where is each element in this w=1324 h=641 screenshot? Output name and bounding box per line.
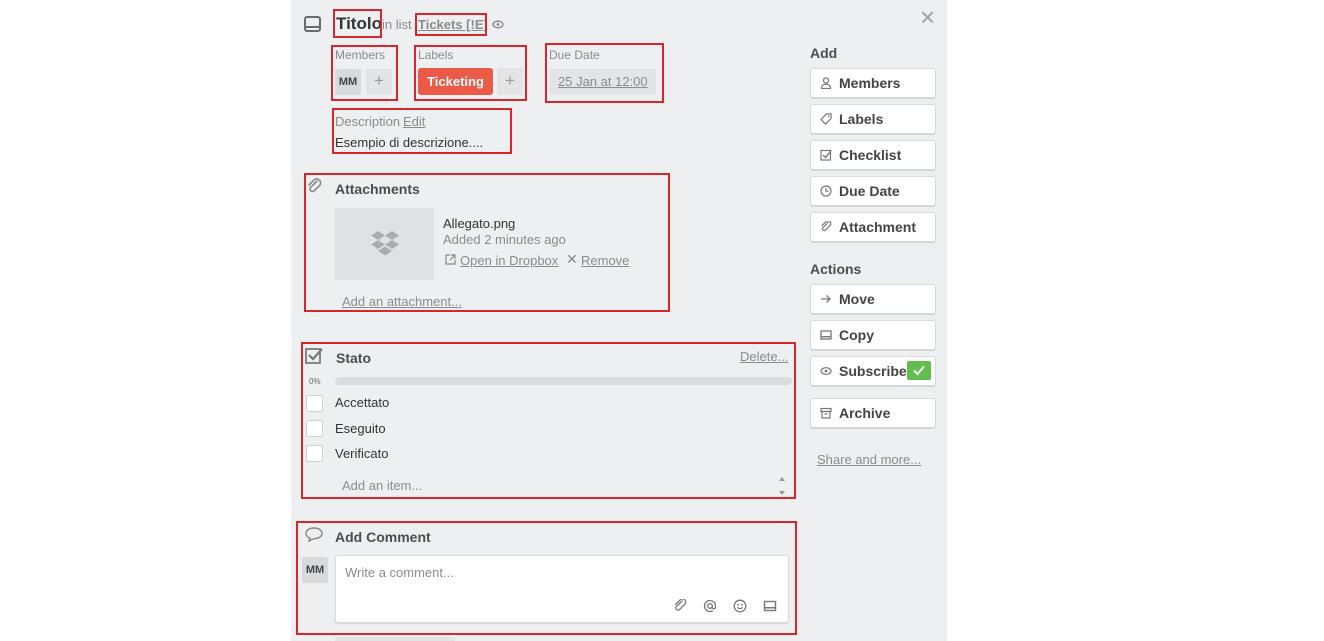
card-icon <box>304 16 321 32</box>
delete-checklist-link[interactable]: Delete... <box>740 349 788 364</box>
attachment-thumbnail[interactable] <box>335 208 434 280</box>
copy-button[interactable]: Copy <box>810 320 936 350</box>
attachment-filename[interactable]: Allegato.png <box>443 216 515 231</box>
checklist-item-label[interactable]: Verificato <box>335 446 388 461</box>
emoji-smiley-icon[interactable] <box>733 599 747 613</box>
card-detail-window: Titolo in list Tickets [!E] × Members MM… <box>291 0 947 641</box>
add-members-button[interactable]: Members <box>810 68 936 98</box>
in-list-text: in list <box>382 17 412 32</box>
remove-attachment-link[interactable]: Remove <box>581 253 629 268</box>
comment-box[interactable]: Write a comment... <box>335 555 789 623</box>
checklist-item-label[interactable]: Accettato <box>335 395 389 410</box>
comment-bubble-icon <box>305 527 323 542</box>
checklist-progress-bar <box>335 377 792 385</box>
attachment-added-time: Added 2 minutes ago <box>443 232 566 247</box>
checklist-progress-label: 0% <box>309 377 321 386</box>
labels-heading: Labels <box>418 48 454 62</box>
description-edit-link[interactable]: Edit <box>403 114 425 129</box>
scroll-arrows-icon[interactable] <box>778 476 786 496</box>
button-label: Attachment <box>839 219 917 235</box>
paperclip-icon <box>308 178 322 193</box>
archive-button[interactable]: Archive <box>810 398 936 428</box>
archive-box-icon <box>820 407 832 419</box>
actions-heading: Actions <box>810 261 862 277</box>
add-attachment-button[interactable]: Attachment <box>810 212 936 242</box>
add-checklist-item-input[interactable]: Add an item... <box>342 478 422 493</box>
check-icon <box>913 365 925 376</box>
description-heading: Description <box>335 114 401 129</box>
card-copy-icon <box>820 330 832 340</box>
label-text: Ticketing <box>427 74 484 89</box>
mention-at-icon[interactable] <box>703 599 717 613</box>
button-label: Archive <box>839 405 891 421</box>
member-avatar[interactable]: MM <box>335 69 361 95</box>
commenter-avatar: MM <box>302 557 328 583</box>
watch-eye-icon <box>492 20 504 29</box>
add-heading: Add <box>810 45 838 61</box>
add-attachment-link[interactable]: Add an attachment... <box>342 294 462 309</box>
person-icon <box>820 77 832 89</box>
checkbox-icon <box>820 149 832 161</box>
list-name-link[interactable]: Tickets [!E] <box>418 17 488 32</box>
due-date-value: 25 Jan at 12:00 <box>558 74 648 89</box>
checklist-item-checkbox[interactable] <box>306 445 323 462</box>
description-text[interactable]: Esempio di descrizione.... <box>335 135 483 150</box>
members-heading: Members <box>335 48 386 62</box>
dropbox-icon <box>371 231 399 256</box>
add-labels-button[interactable]: Labels <box>810 104 936 134</box>
commenter-initials: MM <box>305 564 325 576</box>
close-icon[interactable]: × <box>920 2 935 33</box>
checklist-icon <box>305 348 323 364</box>
due-date-heading: Due Date <box>549 48 600 62</box>
button-label: Copy <box>839 327 874 343</box>
button-label: Labels <box>839 111 884 127</box>
move-button[interactable]: Move <box>810 284 936 314</box>
open-in-dropbox-link[interactable]: Open in Dropbox <box>460 253 558 268</box>
external-link-icon <box>445 254 456 265</box>
add-comment-heading: Add Comment <box>335 529 431 545</box>
ticketing-label[interactable]: Ticketing <box>418 68 493 95</box>
eye-icon <box>820 367 832 375</box>
clock-icon <box>820 185 832 197</box>
button-label: Due Date <box>839 183 900 199</box>
comment-input[interactable]: Write a comment... <box>345 565 454 580</box>
checklist-item-label[interactable]: Eseguito <box>335 421 386 436</box>
arrow-right-icon <box>821 295 831 303</box>
plus-icon: + <box>505 71 515 90</box>
attach-paperclip-icon[interactable] <box>673 599 687 613</box>
comment-save-button-partial[interactable] <box>335 637 455 641</box>
tag-icon <box>820 113 832 125</box>
subscribe-button[interactable]: Subscribe <box>810 356 936 386</box>
add-due-date-button[interactable]: Due Date <box>810 176 936 206</box>
member-initials: MM <box>338 76 358 88</box>
add-member-button[interactable]: + <box>366 69 392 95</box>
checklist-item-checkbox[interactable] <box>306 395 323 412</box>
checklist-title[interactable]: Stato <box>336 350 371 366</box>
button-label: Move <box>839 291 875 307</box>
paperclip-icon <box>821 221 832 232</box>
button-label: Subscribe <box>839 363 907 379</box>
subscribed-check-badge <box>907 361 931 380</box>
due-date-button[interactable]: 25 Jan at 12:00 <box>549 69 656 95</box>
add-checklist-button[interactable]: Checklist <box>810 140 936 170</box>
add-label-button[interactable]: + <box>497 68 523 95</box>
add-card-icon[interactable] <box>763 599 777 613</box>
remove-x-icon: ✕ <box>566 251 578 267</box>
attachments-heading: Attachments <box>335 181 420 197</box>
share-and-more-link[interactable]: Share and more... <box>817 452 921 467</box>
button-label: Members <box>839 75 901 91</box>
plus-icon: + <box>374 71 384 90</box>
card-title[interactable]: Titolo <box>336 14 382 34</box>
button-label: Checklist <box>839 147 902 163</box>
checklist-item-checkbox[interactable] <box>306 420 323 437</box>
